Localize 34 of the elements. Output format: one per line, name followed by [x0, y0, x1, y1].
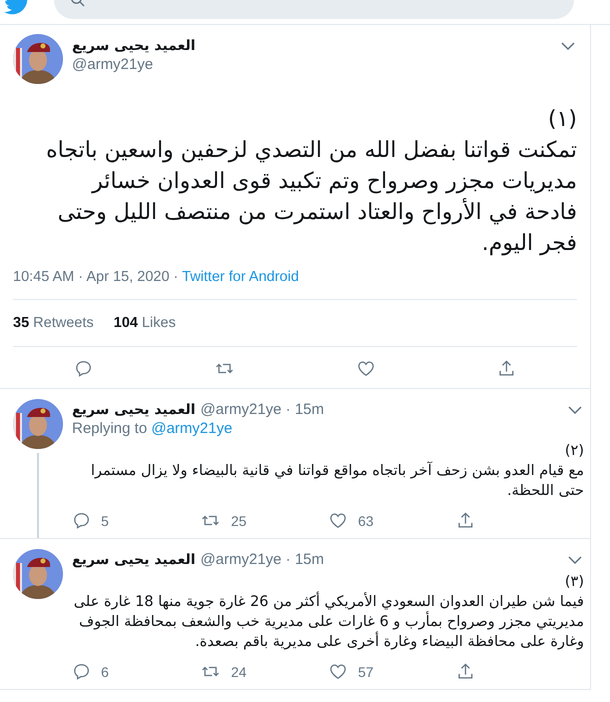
- user-handle[interactable]: @army21ye · 15m: [200, 401, 324, 418]
- tweet-timestamp: 10:45 AM · Apr 15, 2020 ·: [13, 269, 178, 285]
- like-count: 57: [358, 664, 374, 680]
- reply-count: 6: [101, 664, 109, 680]
- chevron-icon[interactable]: [568, 556, 582, 564]
- user-handle[interactable]: @army21ye · 15m: [200, 551, 324, 568]
- user-name[interactable]: العميد يحيى سريع: [72, 38, 552, 54]
- user-handle[interactable]: @army21ye: [72, 56, 552, 73]
- user-name[interactable]: العميد يحيى سريع: [72, 402, 196, 418]
- tweet-number: (٢): [564, 442, 584, 461]
- chevron-icon[interactable]: [568, 406, 582, 414]
- tweet-text: مع قيام العدو بشن زحف آخر باتجاه مواقع قواتنا في قانية بالبيضاء ولا يزال مستمرا حتى اللحظة.: [90, 461, 584, 501]
- heart-icon[interactable]: [328, 662, 348, 681]
- user-name[interactable]: العميد يحيى سريع: [72, 552, 196, 568]
- share-icon[interactable]: [497, 359, 516, 378]
- like-count[interactable]: 104 Likes: [114, 315, 176, 331]
- tweet-text: فيما شن طيران العدوان السعودي الأمريكي أكثر من 26 غارة جوية منها 18 غارة على مديريتي مجزر وصرواح بمأرب و 6 غارات على مديرية خب والشعف بمحافظة الجوف وغارة على محافظة البيضاء وغارة أخرى على مديرية باقم بصعدة.: [72, 592, 584, 652]
- share-icon[interactable]: [456, 662, 475, 681]
- reply-icon[interactable]: [72, 511, 91, 530]
- reply-count: 5: [101, 512, 109, 528]
- tweet-text: تمكنت قواتنا بفضل الله من التصدي لزحفين واسعين باتجاه مديريات مجزر وصرواح وتم تكبيد قوى العدوان خسائر فادحة في الأرواح والعتاد استمرت من منتصف الليل وحتى فجر اليوم.: [45, 137, 577, 258]
- retweet-count: 25: [231, 512, 247, 528]
- retweet-count: 24: [231, 664, 247, 680]
- share-icon[interactable]: [456, 511, 475, 530]
- tweet-number: (٣): [564, 573, 584, 592]
- reply-icon[interactable]: [72, 662, 91, 681]
- heart-icon[interactable]: [356, 359, 376, 378]
- reply-icon[interactable]: [74, 359, 93, 378]
- like-count: 63: [358, 512, 374, 528]
- tweet-number: (١): [546, 106, 577, 134]
- replying-label: Replying to: [72, 420, 148, 437]
- heart-icon[interactable]: [328, 511, 348, 530]
- retweet-count[interactable]: 35 Retweets: [13, 315, 94, 331]
- chevron-icon[interactable]: [561, 42, 575, 50]
